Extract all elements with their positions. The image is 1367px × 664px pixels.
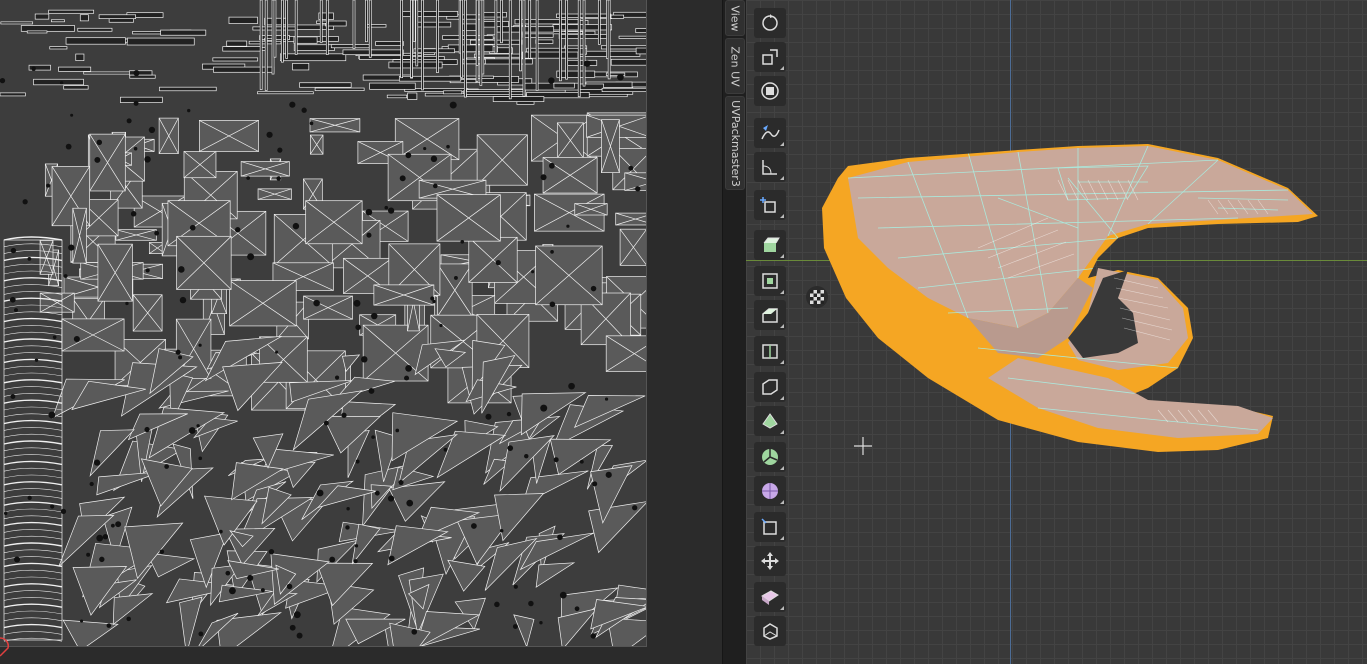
add-cube-tool-button[interactable] [754,190,786,220]
knife-tool-button[interactable] [754,372,786,402]
3d-cursor-icon[interactable] [854,437,872,455]
poly-build-tool-button[interactable] [754,406,786,436]
smooth-tool-button[interactable] [754,476,786,506]
rotate-tool-icon [762,14,778,31]
checker-texture-button[interactable] [806,286,828,308]
uv-islands [0,0,646,646]
tool-shelf [752,4,792,664]
uv-canvas[interactable] [0,0,647,647]
rip-region-tool-button[interactable] [754,616,786,646]
loop-cut-tool-icon [762,344,778,359]
tab-zen-uv-label: Zen UV [728,45,742,87]
smooth-tool-icon [762,483,778,499]
shear-tool-button[interactable] [754,582,786,612]
tab-uvpackmaster3-label: UVPackmaster3 [728,99,742,187]
transform-tool-icon [761,82,779,100]
shrink-fatten-tool-button[interactable] [754,546,786,576]
shrink-fatten-tool-icon [761,552,779,570]
checker-icon [810,290,824,304]
measure-tool-button[interactable] [754,152,786,182]
sidebar-tabs: View Zen UV UVPackmaster3 [722,0,747,664]
loop-cut-tool-button[interactable] [754,336,786,366]
extrude-region-tool-icon [763,237,780,252]
shear-tool-icon [761,590,779,605]
spin-tool-icon [762,449,778,465]
knife-tool-icon [762,379,778,395]
transform-tool-button[interactable] [754,76,786,106]
scale-tool-icon [762,49,778,65]
rip-region-tool-icon [763,623,778,640]
bevel-tool-icon [762,308,778,323]
edge-slide-tool-button[interactable] [754,512,786,542]
annotate-tool-icon [761,125,780,140]
tab-view-label: View [728,4,742,32]
spin-tool-button[interactable] [754,442,786,472]
poly-build-tool-icon [762,413,778,429]
inset-faces-tool-icon [762,273,778,289]
edge-slide-tool-icon [761,518,777,535]
extrude-region-tool-button[interactable] [754,230,786,260]
mesh-model[interactable] [818,138,1328,458]
tab-view[interactable]: View [725,0,745,36]
bevel-tool-button[interactable] [754,300,786,330]
measure-tool-icon [762,160,777,175]
tab-uvpackmaster3[interactable]: UVPackmaster3 [725,96,745,190]
tab-zen-uv[interactable]: Zen UV [725,38,745,94]
scale-tool-button[interactable] [754,42,786,72]
add-cube-tool-icon [760,197,776,213]
uv-editor[interactable] [0,0,722,664]
annotate-tool-button[interactable] [754,118,786,148]
inset-faces-tool-button[interactable] [754,266,786,296]
rotate-tool-button[interactable] [754,8,786,38]
uv-origin-marker [0,636,9,657]
